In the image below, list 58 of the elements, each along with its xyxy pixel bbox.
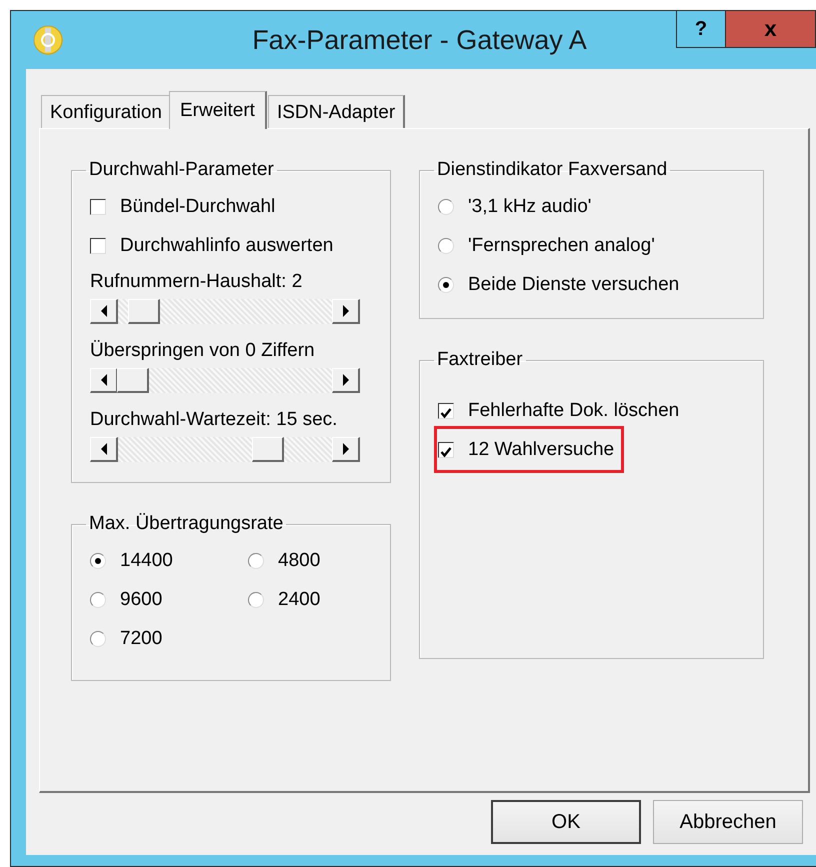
scrollbar[interactable] [90, 368, 360, 393]
group-title: Faxtreiber [436, 349, 524, 371]
radio-button[interactable] [90, 592, 106, 608]
slider-label: Rufnummern-Haushalt: 2 [90, 271, 304, 293]
left-triangle-icon [100, 305, 108, 317]
radio-button[interactable] [438, 198, 454, 214]
group-title: Dienstindikator Faxversand [436, 159, 668, 181]
radio-label: '3,1 kHz audio' [468, 196, 592, 218]
scroll-right-button[interactable] [332, 368, 360, 393]
scroll-right-button[interactable] [332, 299, 360, 324]
scrollbar-thumb[interactable] [128, 299, 160, 324]
scroll-left-button[interactable] [90, 299, 118, 324]
close-button[interactable]: x [726, 10, 816, 48]
checkbox[interactable] [90, 198, 106, 214]
checkbox-label: Bündel-Durchwahl [120, 196, 276, 218]
scrollbar-thumb[interactable] [117, 368, 150, 393]
scrollbar[interactable] [90, 437, 360, 462]
radio-label: 9600 [120, 588, 162, 610]
radio-button[interactable] [438, 238, 454, 254]
scroll-left-button[interactable] [90, 437, 118, 462]
tab[interactable]: Konfiguration [41, 95, 172, 129]
tab[interactable]: Erweitert [168, 91, 267, 129]
scrollbar[interactable] [90, 299, 360, 324]
app-icon [33, 25, 63, 55]
dialog-button[interactable]: Abbrechen [653, 800, 803, 844]
window-title: Fax-Parameter - Gateway A [251, 24, 588, 56]
radio-label: 4800 [278, 550, 320, 572]
checkbox[interactable] [438, 402, 454, 418]
right-triangle-icon [342, 443, 350, 455]
scroll-left-button[interactable] [90, 368, 118, 393]
right-triangle-icon [342, 305, 350, 317]
dialog-button[interactable]: OK [491, 800, 641, 844]
scroll-right-button[interactable] [332, 437, 360, 462]
radio-label: 14400 [120, 550, 173, 572]
checkbox-label: Fehlerhafte Dok. löschen [468, 400, 680, 422]
scrollbar-thumb[interactable] [252, 437, 284, 462]
group-title: Durchwahl-Parameter [88, 159, 275, 181]
radio-label: Beide Dienste versuchen [468, 274, 680, 296]
slider-label: Überspringen von 0 Ziffern [90, 340, 316, 362]
radio-button[interactable] [438, 276, 454, 292]
radio-label: 'Fernsprechen analog' [468, 234, 655, 256]
radio-label: 7200 [120, 628, 162, 650]
checkbox[interactable] [90, 238, 106, 254]
checkbox-label: 12 Wahlversuche [468, 438, 614, 460]
radio-button[interactable] [248, 552, 264, 568]
radio-button[interactable] [248, 592, 264, 608]
tab[interactable]: ISDN-Adapter [268, 95, 406, 129]
slider-label: Durchwahl-Wartezeit: 15 sec. [90, 409, 338, 431]
right-triangle-icon [342, 374, 350, 386]
left-triangle-icon [100, 443, 108, 455]
radio-button[interactable] [90, 630, 106, 646]
checkbox-label: Durchwahlinfo auswerten [120, 234, 334, 256]
left-triangle-icon [100, 374, 108, 386]
radio-button[interactable] [90, 552, 106, 568]
group-title: Max. Übertragungsrate [88, 513, 284, 535]
radio-label: 2400 [278, 588, 320, 610]
checkbox[interactable] [438, 442, 454, 458]
help-button[interactable]: ? [676, 10, 726, 48]
